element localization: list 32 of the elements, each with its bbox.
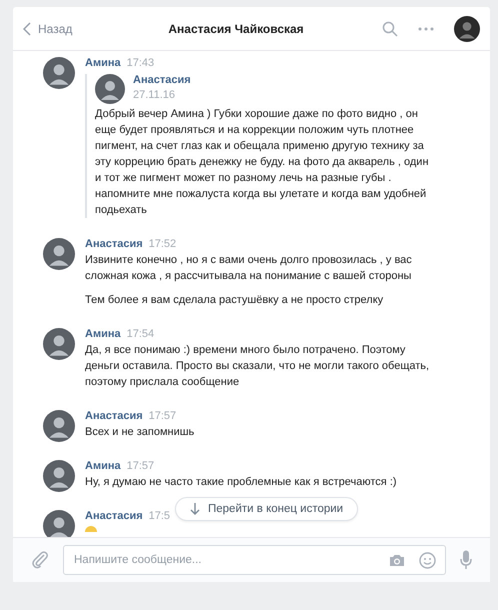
avatar[interactable]: [43, 57, 75, 89]
message-text: Ну, я думаю не часто такие проблемные как я встречаются :): [85, 475, 398, 490]
author-name[interactable]: Амина: [85, 460, 121, 472]
message-time: 17:5: [148, 510, 170, 522]
author-name[interactable]: Анастасия: [85, 410, 143, 422]
avatar[interactable]: [43, 238, 75, 270]
author-name[interactable]: Анастасия: [85, 510, 143, 522]
avatar[interactable]: [454, 16, 480, 42]
chat-title: Анастасия Чайковская: [168, 22, 304, 36]
message-date: 27.11.16: [133, 89, 176, 101]
author-name[interactable]: Амина: [85, 328, 121, 340]
author-name[interactable]: Анастасия: [133, 74, 191, 86]
chevron-icon: [23, 22, 32, 36]
back-button[interactable]: Назад: [23, 22, 72, 36]
message-text: Всех и не запомнишь: [85, 425, 196, 440]
message-time: 17:43: [126, 57, 154, 69]
message-text: Да, я все понимаю :) времени много было потрачено. Поэтому деньги оставила. Просто вы сказали, что не могли такого обещать, поэтому прислала сообщение: [85, 343, 430, 390]
author-name[interactable]: Анастасия: [85, 238, 143, 250]
author-name[interactable]: Амина: [85, 57, 121, 69]
message-time: 17:52: [148, 238, 176, 250]
message-text: Добрый вечер Амина ) Губки хорошие даже по фото видно , он еще будет проявляться и на коррекции положим чуть плотнее пигмент, на счет глаз как и обещала применю другую технику за эту коррецию брать денежку не буду. на фото да акварель , один и тот же пигмент может по разному лечь на разные губы . напомните мне пожалуста когда вы улетате и когда вам удобней подьехать: [95, 107, 430, 218]
jump-to-end-button[interactable]: Перейти в конец истории: [175, 497, 358, 521]
message-time: 17:57: [126, 460, 154, 472]
avatar[interactable]: [95, 74, 125, 104]
avatar[interactable]: [43, 328, 75, 360]
arrow-down-icon: [190, 503, 200, 515]
message-text: Извините конечно , но я с вами очень долго провозилась , у вас сложная кожа , я рассчитывала на понимание с вашей стороны: [85, 253, 413, 284]
message-time: 17:54: [126, 328, 154, 340]
message-time: 17:57: [148, 410, 176, 422]
message-text: Тем более я вам сделала растушёвку а не просто стрелку: [85, 293, 384, 308]
avatar[interactable]: [43, 410, 75, 442]
avatar[interactable]: [43, 460, 75, 492]
